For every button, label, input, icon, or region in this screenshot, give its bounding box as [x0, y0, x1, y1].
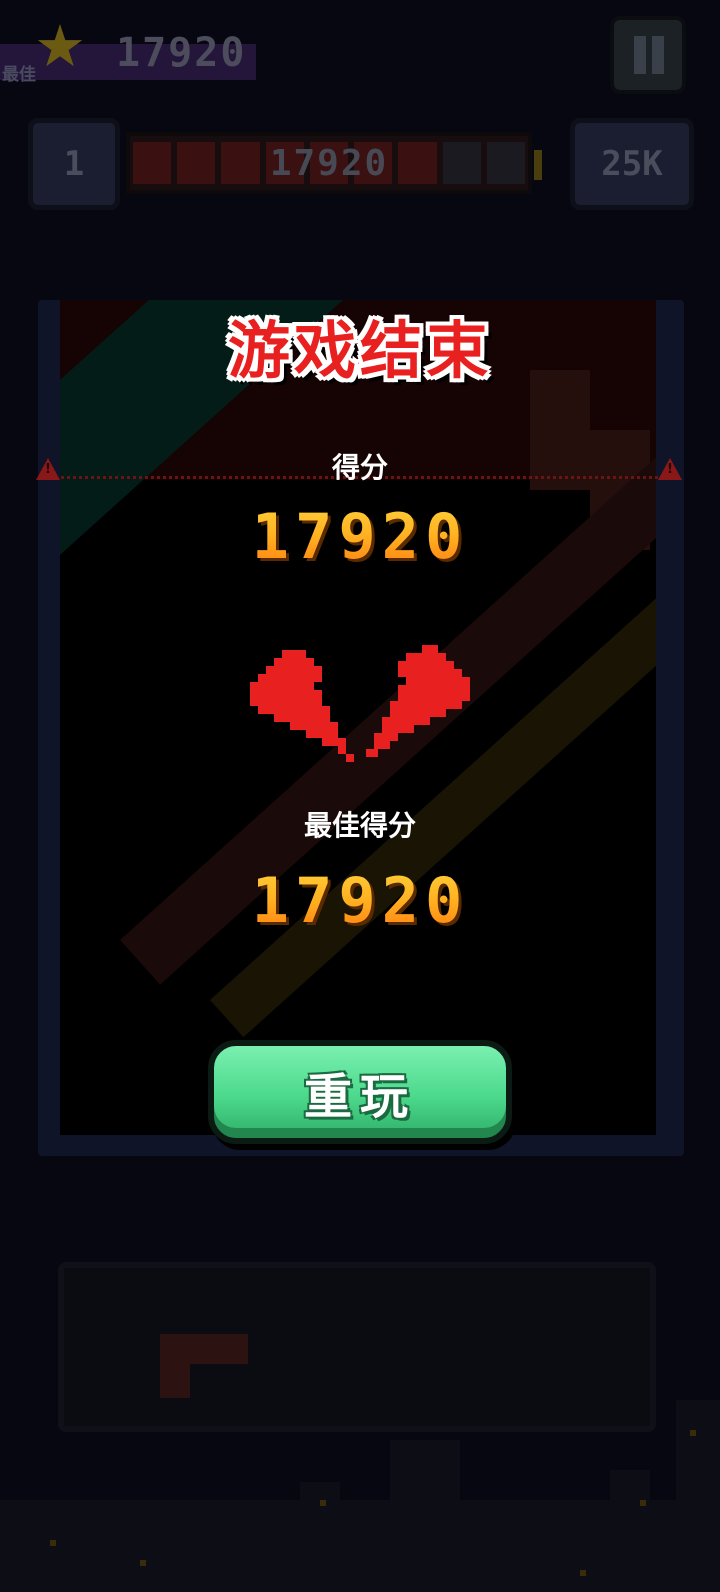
piece-tray — [58, 1262, 656, 1432]
building-window — [320, 1500, 326, 1506]
heart-right-half — [366, 645, 470, 757]
level-badge: 1 — [28, 118, 120, 210]
building — [300, 1482, 340, 1592]
score-value: 17920 — [0, 500, 720, 573]
broken-heart-icon — [250, 645, 470, 762]
building-window — [690, 1430, 696, 1436]
best-score-value: 17920 — [116, 30, 247, 76]
best-score-value: 17920 — [0, 864, 720, 937]
pause-button[interactable] — [610, 16, 686, 94]
heart-left-half — [250, 650, 354, 762]
building — [20, 1520, 80, 1592]
game-over-title: 游戏结束 — [227, 314, 492, 387]
building-window — [580, 1570, 586, 1576]
progress-score: 17920 — [269, 142, 389, 184]
best-score-label: 最佳得分 — [303, 809, 416, 842]
building-window — [50, 1540, 56, 1546]
tray-piece — [160, 1334, 190, 1398]
building — [610, 1470, 650, 1592]
building-window — [640, 1500, 646, 1506]
target-badge: 25K — [570, 118, 694, 210]
target-value: 25K — [601, 144, 663, 184]
building-window — [140, 1560, 146, 1566]
replay-label: 重玩 — [303, 1069, 416, 1125]
best-label: 最佳 — [2, 65, 36, 85]
building — [676, 1400, 720, 1592]
level-value: 1 — [63, 144, 85, 184]
progress-marker — [534, 150, 542, 180]
star-icon: ★ — [34, 12, 86, 80]
building — [390, 1440, 460, 1592]
score-label: 得分 — [331, 451, 388, 484]
replay-button[interactable]: 重玩 — [208, 1040, 512, 1144]
